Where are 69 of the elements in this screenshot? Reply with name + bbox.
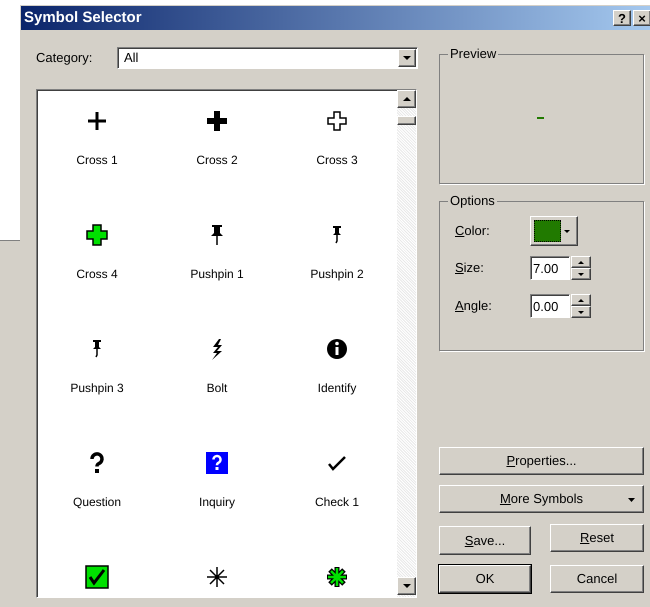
- dialog-button[interactable]: More Symbols: [439, 485, 644, 513]
- symbol-label: Bolt: [206, 380, 228, 397]
- symbol-label: Identify: [318, 380, 356, 397]
- symbol-label: Cross 2: [196, 152, 238, 169]
- asterisk-icon: [325, 565, 349, 589]
- scroll-down-button[interactable]: [397, 577, 416, 595]
- up-arrow-icon: [578, 260, 584, 264]
- window-title: Symbol Selector: [24, 8, 142, 28]
- dialog-button[interactable]: Properties...: [439, 447, 644, 475]
- category-dropdown[interactable]: All: [117, 47, 418, 69]
- spin-down-button[interactable]: [571, 306, 591, 318]
- symbol-item[interactable]: Cross 4: [37, 223, 157, 337]
- symbol-label: Inquiry: [198, 494, 236, 511]
- spin-up-button[interactable]: [571, 256, 591, 268]
- up-arrow-icon: [402, 97, 410, 101]
- symbol-item[interactable]: Inquiry: [157, 451, 277, 565]
- asterisk-icon: [205, 565, 229, 589]
- symbol-label: Cross 3: [316, 152, 358, 169]
- symbol-item[interactable]: Pushpin 3: [37, 337, 157, 451]
- size-field[interactable]: 7.00: [530, 256, 570, 280]
- dropdown-button[interactable]: [398, 49, 416, 67]
- symbol-label: Check 1: [314, 494, 360, 511]
- symbol-item[interactable]: Bolt: [157, 337, 277, 451]
- help-button[interactable]: ?: [613, 10, 631, 26]
- color-picker-button[interactable]: [530, 216, 578, 246]
- symbol-item[interactable]: Identify: [277, 337, 397, 451]
- category-label: Category:: [36, 49, 94, 68]
- cross-icon: [205, 109, 229, 133]
- caret-icon: [403, 56, 411, 60]
- symbol-label: Question: [72, 494, 122, 511]
- symbol-label: Pushpin 1: [190, 266, 244, 283]
- dialog-button[interactable]: OK: [439, 565, 531, 593]
- scroll-thumb[interactable]: [397, 116, 416, 125]
- angle-field[interactable]: 0.00: [530, 294, 570, 318]
- down-arrow-icon: [578, 272, 584, 276]
- info-icon: [325, 337, 349, 361]
- close-button[interactable]: ×: [633, 10, 650, 26]
- cross-icon: [85, 109, 109, 133]
- size-label: Size:: [455, 259, 485, 278]
- symbol-label: Pushpin 2: [310, 266, 364, 283]
- symbol-item[interactable]: Cross 3: [277, 109, 397, 223]
- down-arrow-icon: [402, 584, 410, 588]
- symbol-item[interactable]: Cross 1: [37, 109, 157, 223]
- color-label: Color:: [455, 222, 491, 240]
- dropdown-value: All: [123, 49, 138, 68]
- angle-label: Angle:: [455, 297, 493, 316]
- symbol-item[interactable]: Pushpin 1: [157, 223, 277, 337]
- spin-up-button[interactable]: [571, 294, 591, 306]
- dialog-button[interactable]: Cancel: [550, 565, 644, 593]
- down-arrow-icon: [578, 310, 584, 314]
- up-arrow-icon: [578, 298, 584, 302]
- symbol-item[interactable]: Cross 2: [157, 109, 277, 223]
- symbol-item[interactable]: Check 1: [277, 451, 397, 565]
- caret-icon: [628, 498, 635, 502]
- symbol-item[interactable]: Pushpin 2: [277, 223, 397, 337]
- spin-down-button[interactable]: [571, 268, 591, 280]
- symbol-label: Cross 4: [76, 266, 118, 283]
- cross-outline-icon: [325, 109, 349, 133]
- checkbox-icon: [85, 565, 109, 589]
- cross-icon: [85, 223, 109, 247]
- group-title: Options: [448, 193, 497, 209]
- dialog-button[interactable]: Save...: [439, 526, 531, 555]
- question-mark-icon: [205, 451, 229, 475]
- caret-icon: [564, 230, 570, 232]
- symbol-label: Pushpin 3: [70, 380, 124, 397]
- symbol-item[interactable]: Question: [37, 451, 157, 565]
- scroll-up-button[interactable]: [397, 90, 416, 108]
- symbol-label: Cross 1: [76, 152, 118, 169]
- dialog-button[interactable]: Reset: [550, 524, 644, 552]
